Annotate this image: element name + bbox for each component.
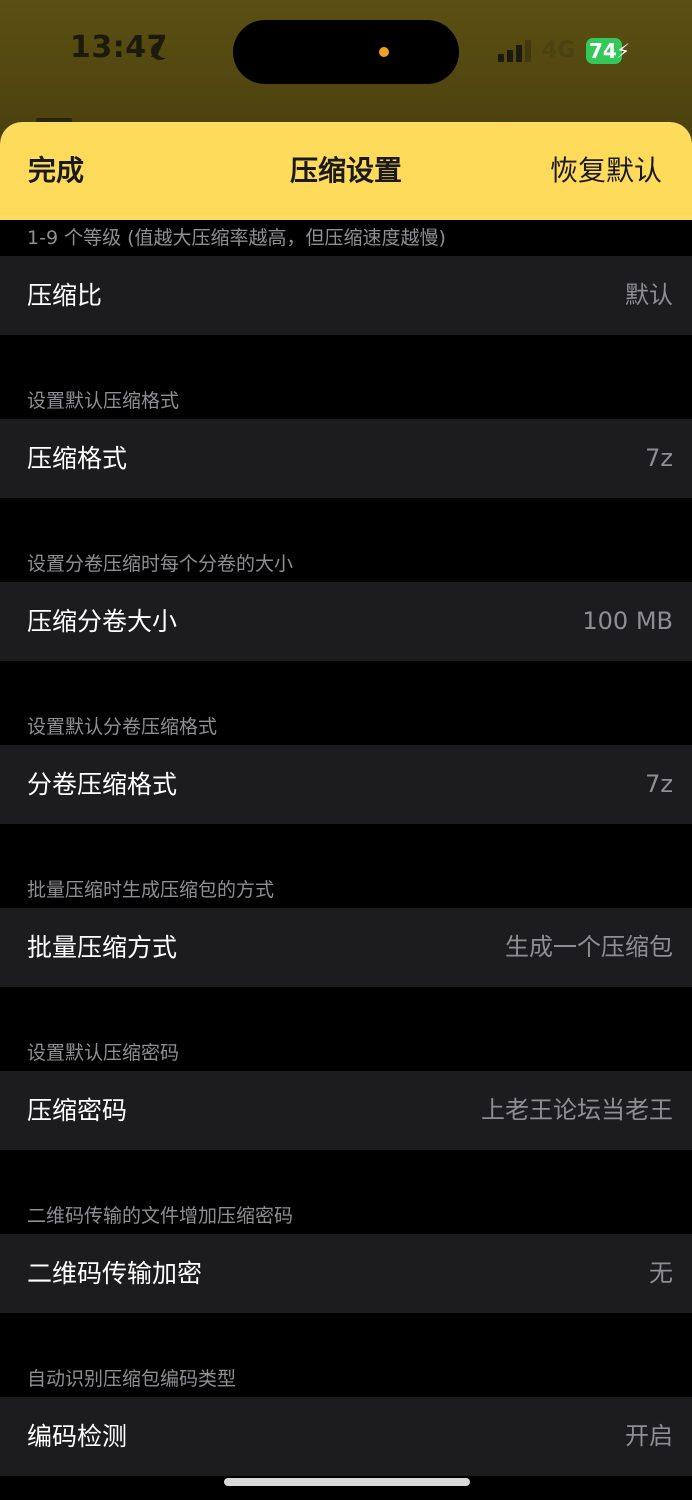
restore-defaults-button[interactable]: 恢复默认	[550, 122, 662, 220]
screen: 13:47 4G 74 ⚡ 压缩设置 完成 恢复默认 1-9 个等级 (值越大压…	[0, 0, 692, 1500]
network-type: 4G	[542, 38, 576, 63]
setting-label: 压缩密码	[27, 1096, 128, 1125]
setting-value: 开启	[625, 1422, 673, 1450]
setting-value: 默认	[625, 281, 673, 309]
signal-icon	[498, 40, 534, 62]
dynamic-island	[233, 20, 459, 84]
setting-label: 二维码传输加密	[27, 1259, 203, 1288]
charging-bolt-icon: ⚡	[616, 39, 631, 63]
setting-row-compression-format[interactable]: 压缩格式 7z	[0, 419, 692, 498]
setting-label: 编码检测	[27, 1422, 128, 1451]
setting-value: 100 MB	[582, 607, 673, 635]
setting-value: 生成一个压缩包	[505, 933, 673, 961]
focus-moon-icon	[156, 40, 174, 58]
navigation-bar: 压缩设置 完成 恢复默认	[0, 122, 692, 220]
section-header-volume-size: 设置分卷压缩时每个分卷的大小	[27, 553, 294, 575]
setting-label: 压缩分卷大小	[27, 607, 178, 636]
setting-value: 上老王论坛当老王	[481, 1096, 673, 1124]
done-button[interactable]: 完成	[28, 122, 84, 220]
setting-value: 无	[649, 1259, 673, 1287]
setting-value: 7z	[645, 444, 673, 472]
setting-row-encoding-detection[interactable]: 编码检测 开启	[0, 1397, 692, 1476]
setting-row-batch-mode[interactable]: 批量压缩方式 生成一个压缩包	[0, 908, 692, 987]
setting-label: 分卷压缩格式	[27, 770, 178, 799]
setting-label: 压缩格式	[27, 444, 128, 473]
section-header-batch-mode: 批量压缩时生成压缩包的方式	[27, 879, 275, 901]
setting-row-compression-ratio[interactable]: 压缩比 默认	[0, 256, 692, 335]
setting-row-password[interactable]: 压缩密码 上老王论坛当老王	[0, 1071, 692, 1150]
section-header-qr-encryption: 二维码传输的文件增加压缩密码	[27, 1205, 294, 1227]
settings-list: 1-9 个等级 (值越大压缩率越高，但压缩速度越慢) 压缩比 默认 设置默认压缩…	[0, 220, 692, 1476]
privacy-indicator-dot	[379, 47, 389, 57]
section-header-compression-format: 设置默认压缩格式	[27, 390, 180, 412]
setting-value: 7z	[645, 770, 673, 798]
setting-row-qr-encryption[interactable]: 二维码传输加密 无	[0, 1234, 692, 1313]
section-header-compression-ratio: 1-9 个等级 (值越大压缩率越高，但压缩速度越慢)	[27, 227, 446, 249]
section-header-password: 设置默认压缩密码	[27, 1042, 180, 1064]
section-header-encoding-detection: 自动识别压缩包编码类型	[27, 1368, 237, 1390]
home-indicator[interactable]	[224, 1478, 470, 1486]
setting-label: 批量压缩方式	[27, 933, 178, 962]
battery-level: 74	[589, 39, 617, 63]
setting-row-volume-size[interactable]: 压缩分卷大小 100 MB	[0, 582, 692, 661]
setting-row-volume-format[interactable]: 分卷压缩格式 7z	[0, 745, 692, 824]
section-header-volume-format: 设置默认分卷压缩格式	[27, 716, 218, 738]
setting-label: 压缩比	[27, 281, 103, 310]
compression-settings-sheet: 压缩设置 完成 恢复默认 1-9 个等级 (值越大压缩率越高，但压缩速度越慢) …	[0, 122, 692, 1500]
status-time: 13:47	[70, 30, 168, 65]
